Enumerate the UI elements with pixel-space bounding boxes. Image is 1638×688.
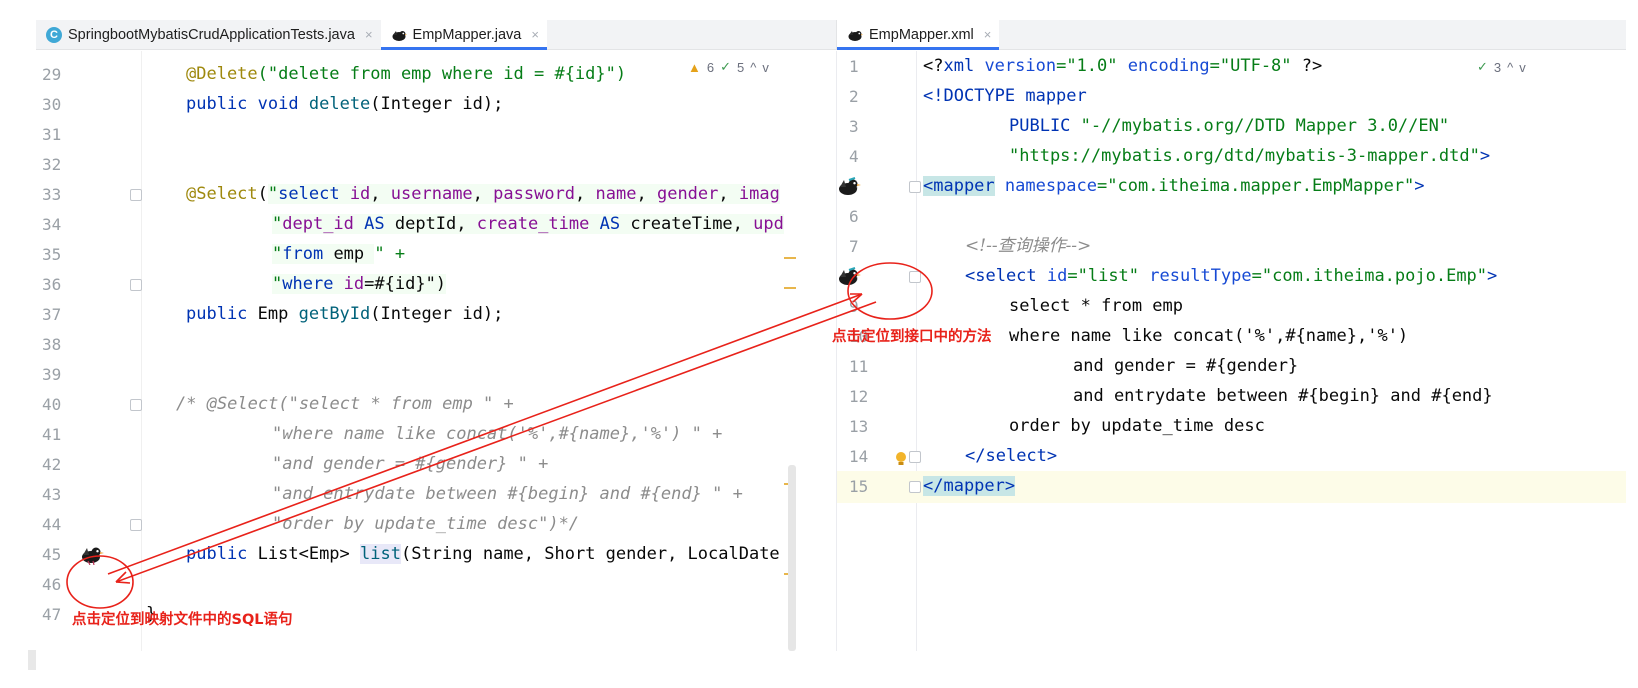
code-line: 9 select * from emp [849,296,1183,316]
code-line: 35 "from emp " + [42,244,406,264]
fold-marker[interactable] [130,279,142,291]
fold-marker[interactable] [909,451,921,463]
fold-marker[interactable] [130,399,142,411]
fold-marker[interactable] [909,181,921,193]
close-icon[interactable]: × [984,27,992,42]
annotation-label-left: 点击定位到映射文件中的SQL语句 [72,612,293,628]
code-line: 43 "and entrydate between #{begin} and #{… [42,484,743,504]
tab-springboot-tests[interactable]: C SpringbootMybatisCrudApplicationTests.… [36,20,381,49]
code-line: 41 "where name like concat('%',#{name},'%… [42,424,723,444]
code-line: 7 <!--查询操作--> [849,236,1092,256]
code-line: 45 public List<Emp> list(String name, Sho… [42,544,780,564]
code-line: 38 [42,335,62,354]
code-line: 31 [42,125,62,144]
code-line: 33 @Select("select id, username, password… [42,184,780,204]
close-icon[interactable]: × [365,27,373,42]
bottom-edge [28,650,36,670]
right-editor-tabbar: EmpMapper.xml × [836,20,1626,50]
fold-marker[interactable] [909,271,921,283]
tab-label: SpringbootMybatisCrudApplicationTests.ja… [68,26,355,43]
vertical-scrollbar[interactable] [788,465,796,651]
code-line: 29 @Delete("delete from emp where id = #{… [42,64,627,84]
code-line: 13 order by update_time desc [849,416,1265,436]
fold-marker[interactable] [130,519,142,531]
tab-empmapper-xml[interactable]: EmpMapper.xml × [837,20,1000,50]
code-line: 44 "order by update_time desc")*/ [42,514,580,534]
code-line: 42 "and gender = #{gender} " + [42,454,549,474]
mybatis-navigate-icon[interactable] [837,265,861,287]
code-line: 4 "https://mybatis.org/dtd/mybatis-3-mapp… [849,146,1491,166]
tab-empmapper-java[interactable]: EmpMapper.java × [380,20,548,50]
code-line: 37 public Emp getById(Integer id); [42,304,504,324]
close-icon[interactable]: × [531,27,539,42]
code-line: 11 and gender = #{gender} [849,356,1299,376]
code-line: 32 [42,155,62,174]
scroll-mark [784,257,796,259]
code-line: 8<select id="list" resultType="com.ithei… [849,266,1498,286]
xml-editor[interactable]: ✓ 3 ^ v 1 <?xml version="1.0" encoding="U… [836,51,1626,651]
code-line: 30 public void delete(Integer id); [42,94,504,114]
code-line: 6 [849,207,859,226]
code-line: 46 [42,575,62,594]
code-line: 40/* @Select("select * from emp " + [42,394,514,414]
code-line: 15 </mapper> [837,471,1626,503]
mybatis-bird-icon [847,27,863,43]
annotation-label-right: 点击定位到接口中的方法 [832,329,992,345]
code-line: 34 "dept_id AS deptId, create_time AS cre… [42,214,784,234]
fold-marker[interactable] [130,189,142,201]
code-line: 5<mapper namespace="com.itheima.mapper.E… [849,176,1425,196]
left-editor-tabbar: C SpringbootMybatisCrudApplicationTests.… [36,20,836,50]
code-line: 1 <?xml version="1.0" encoding="UTF-8" ?> [849,56,1323,76]
fold-marker[interactable] [909,481,921,493]
lightbulb-icon[interactable] [895,451,907,467]
class-icon: C [46,26,62,43]
tab-label: EmpMapper.java [412,26,522,43]
code-line: 14 </select> [849,446,1058,466]
mybatis-bird-icon [391,27,407,43]
code-line: 36 "where id=#{id}") [42,274,447,294]
mybatis-navigate-icon[interactable] [80,543,104,565]
scroll-mark [784,287,796,289]
java-editor[interactable]: ▲ 6 ✓ 5 ^ v 29 @Delete("delete from emp w… [36,51,836,651]
code-line: 3 PUBLIC "-//mybatis.org//DTD Mapper 3.0/… [849,116,1450,136]
mybatis-navigate-icon[interactable] [837,175,861,197]
code-line: 12 and entrydate between #{begin} and #{e… [849,386,1493,406]
code-line: 2 <!DOCTYPE mapper [849,86,1087,106]
code-line: 39 [42,365,62,384]
tab-label: EmpMapper.xml [869,26,974,43]
